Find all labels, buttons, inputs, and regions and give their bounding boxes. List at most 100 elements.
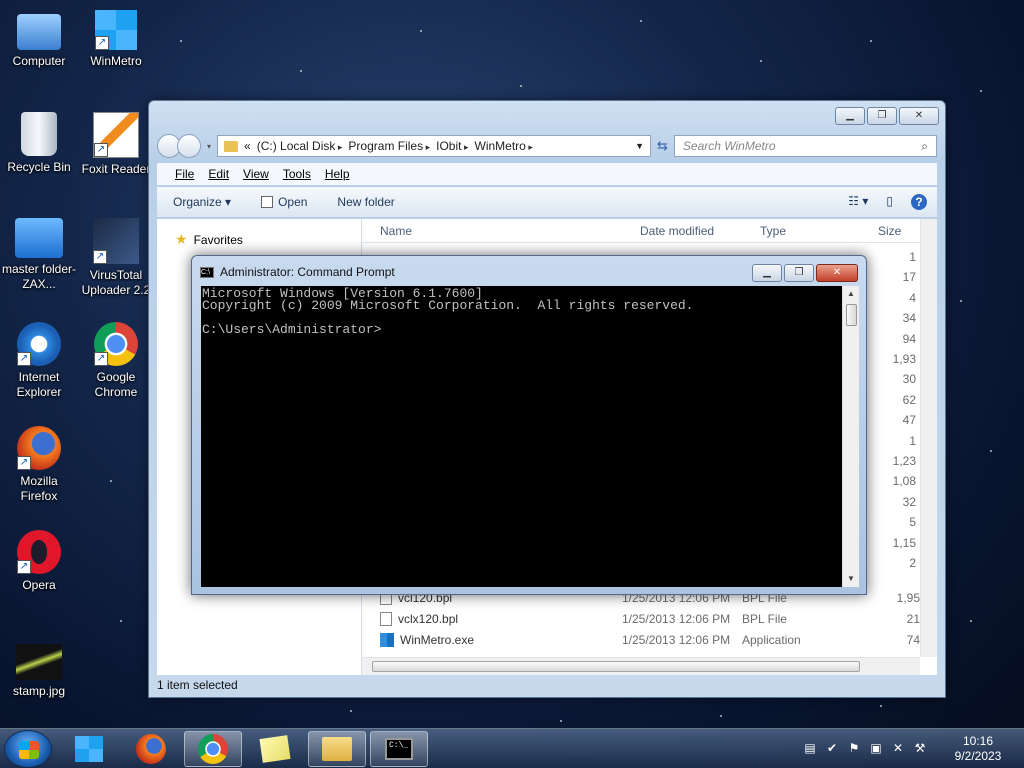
maximize-button[interactable]: ❐ — [784, 264, 814, 282]
start-button[interactable] — [4, 730, 52, 768]
command-prompt-window[interactable]: C:\ Administrator: Command Prompt ▁ ❐ ✕ … — [191, 255, 867, 595]
console-output[interactable]: Microsoft Windows [Version 6.1.7600] Copy… — [201, 286, 842, 587]
minimize-button[interactable]: ▁ — [752, 264, 782, 282]
action-center-flag-icon[interactable]: ⚑ — [846, 741, 862, 757]
breadcrumb-iobit[interactable]: IObit — [436, 139, 468, 153]
vertical-scrollbar[interactable] — [920, 219, 937, 657]
command-prompt-titlebar[interactable]: C:\ Administrator: Command Prompt — [200, 265, 395, 279]
column-date-modified[interactable]: Date modified — [622, 224, 742, 238]
taskbar-sticky-notes[interactable] — [246, 731, 304, 767]
menu-edit[interactable]: Edit — [208, 167, 229, 181]
scroll-up-icon[interactable]: ▲ — [843, 286, 859, 302]
help-icon[interactable]: ? — [911, 194, 927, 210]
folder-icon — [15, 218, 63, 258]
file-size: 74 — [906, 632, 920, 647]
sticky-notes-icon — [259, 735, 291, 763]
close-button[interactable]: ✕ — [816, 264, 858, 282]
command-bar: Organize ▾ Open New folder ☷ ▾ ▯ ? — [157, 187, 937, 217]
desktop-icon-internet-explorer[interactable]: ↗ Internet Explorer — [1, 322, 77, 400]
shortcut-arrow-icon: ↗ — [17, 456, 31, 470]
address-dropdown-icon[interactable]: ▼ — [635, 141, 644, 151]
table-row[interactable]: WinMetro.exe 1/25/2013 12:06 PM Applicat… — [362, 629, 937, 650]
taskbar-firefox[interactable] — [122, 731, 180, 767]
breadcrumb-winmetro[interactable]: WinMetro — [475, 139, 533, 153]
nav-favorites[interactable]: ★ Favorites — [175, 231, 343, 248]
desktop-icon-mozilla-firefox[interactable]: ↗ Mozilla Firefox — [1, 426, 77, 504]
desktop-icon-label: master folder-ZAX... — [1, 262, 77, 291]
size-cell: 34 — [902, 311, 916, 326]
file-name: vclx120.bpl — [398, 611, 459, 626]
desktop-icon-label: Foxit Reader — [81, 162, 151, 176]
taskbar-chrome[interactable] — [184, 731, 242, 767]
horizontal-scroll-thumb[interactable] — [372, 661, 860, 672]
breadcrumb-local-disk[interactable]: (C:) Local Disk — [257, 139, 343, 153]
desktop-icon-google-chrome[interactable]: ↗ Google Chrome — [78, 322, 154, 400]
file-type: Application — [742, 632, 801, 647]
desktop-icon-master-folder[interactable]: master folder-ZAX... — [1, 218, 77, 292]
history-dropdown-icon[interactable]: ▾ — [207, 142, 211, 151]
address-bar[interactable]: « (C:) Local Disk Program Files IObit Wi… — [217, 135, 652, 157]
desktop-icon-virustotal[interactable]: ↗ VirusTotal Uploader 2.2 — [78, 218, 154, 298]
winmetro-icon — [75, 736, 103, 762]
size-cell: 94 — [902, 331, 916, 346]
file-size: 1,95 — [896, 590, 920, 605]
minimize-button[interactable]: ▁ — [835, 107, 865, 125]
tools-icon[interactable]: ⚒ — [912, 741, 928, 757]
organize-button[interactable]: Organize ▾ — [173, 195, 231, 209]
horizontal-scrollbar[interactable] — [362, 657, 920, 675]
column-name[interactable]: Name — [362, 224, 622, 238]
command-prompt-window-controls: ▁ ❐ ✕ — [752, 264, 858, 282]
column-type[interactable]: Type — [742, 224, 860, 238]
taskbar-winmetro[interactable] — [60, 731, 118, 767]
security-shield-icon[interactable]: ✔ — [824, 741, 840, 757]
shortcut-arrow-icon: ↗ — [93, 250, 107, 264]
clock-date: 9/2/2023 — [954, 749, 1002, 763]
desktop-icon-label: Internet Explorer — [16, 370, 62, 399]
foxit-reader-icon: ↗ — [93, 112, 139, 158]
window-title: Administrator: Command Prompt — [220, 265, 395, 279]
search-input[interactable]: Search WinMetro ⌕ — [673, 135, 937, 157]
desktop-icon-winmetro[interactable]: ↗ WinMetro — [78, 10, 154, 69]
desktop-icon-opera[interactable]: ↗ Opera — [1, 530, 77, 593]
clock-time: 10:16 — [962, 734, 994, 748]
taskbar-explorer[interactable] — [308, 731, 366, 767]
desktop-icon-computer[interactable]: Computer — [1, 10, 77, 69]
maximize-button[interactable]: ❐ — [867, 107, 897, 125]
size-cell: 1 — [909, 433, 916, 448]
size-cell: 4 — [909, 290, 916, 305]
scroll-down-icon[interactable]: ▼ — [843, 571, 859, 587]
desktop-icon-stamp-jpg[interactable]: stamp.jpg — [1, 640, 77, 699]
volume-muted-icon[interactable]: ✕ — [890, 741, 906, 757]
preview-pane-icon[interactable]: ▯ — [886, 194, 893, 210]
new-folder-button[interactable]: New folder — [337, 195, 394, 209]
close-button[interactable]: ✕ — [899, 107, 939, 125]
console-scroll-thumb[interactable] — [846, 304, 857, 326]
file-size: 21 — [906, 611, 920, 626]
search-icon: ⌕ — [921, 138, 928, 153]
menu-help[interactable]: Help — [325, 167, 350, 181]
table-row[interactable]: vclx120.bpl 1/25/2013 12:06 PM BPL File … — [362, 608, 937, 629]
menu-file[interactable]: File — [175, 167, 194, 181]
forward-button[interactable] — [177, 134, 201, 158]
open-button[interactable]: Open — [261, 195, 307, 209]
taskbar-clock[interactable]: 10:16 9/2/2023 — [948, 734, 1008, 764]
refresh-icon[interactable]: ⇆ — [657, 138, 668, 154]
internet-explorer-icon: ↗ — [17, 322, 61, 366]
breadcrumb-program-files[interactable]: Program Files — [348, 139, 430, 153]
desktop-icon-label: Computer — [12, 54, 66, 68]
menu-tools[interactable]: Tools — [283, 167, 311, 181]
network-icon[interactable]: ▣ — [868, 741, 884, 757]
desktop-icon-recycle-bin[interactable]: Recycle Bin — [1, 112, 77, 175]
clipboard-icon[interactable]: ▤ — [802, 741, 818, 757]
taskbar-command-prompt[interactable]: C:\_ — [370, 731, 428, 767]
column-size[interactable]: Size — [860, 224, 920, 238]
file-date: 1/25/2013 12:06 PM — [622, 611, 731, 626]
desktop-icon-foxit-reader[interactable]: ↗ Foxit Reader — [78, 112, 154, 177]
menu-view[interactable]: View — [243, 167, 269, 181]
nav-favorites-label: Favorites — [193, 232, 243, 247]
size-cell: 47 — [902, 413, 916, 428]
breadcrumb-overflow-icon[interactable]: « — [244, 139, 251, 153]
view-options-icon[interactable]: ☷ ▾ — [848, 194, 868, 210]
file-name: WinMetro.exe — [400, 632, 475, 647]
console-scrollbar[interactable]: ▲ ▼ — [842, 286, 859, 587]
